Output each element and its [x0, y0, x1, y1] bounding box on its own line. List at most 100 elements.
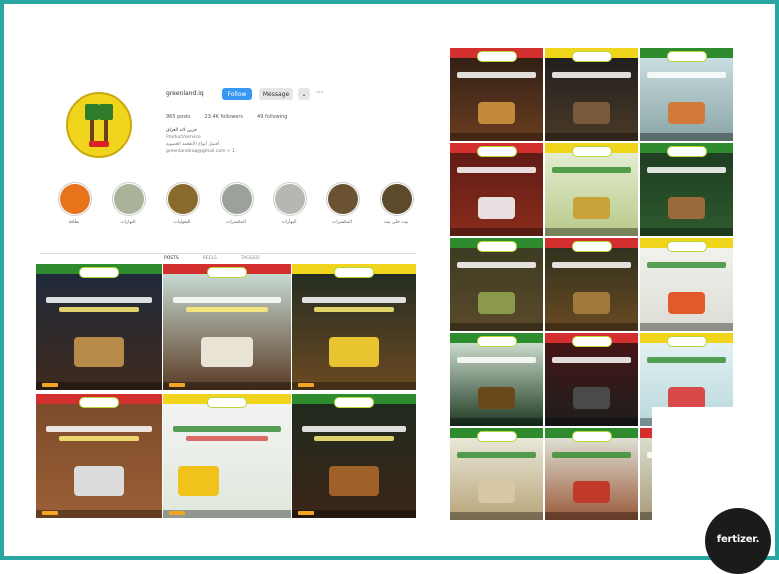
post-tile[interactable] [640, 143, 733, 236]
message-button[interactable]: Message [259, 88, 293, 100]
tile-headline [46, 296, 152, 303]
post-tile[interactable] [163, 264, 291, 390]
brand-logo [571, 431, 612, 442]
post-tile[interactable] [545, 428, 638, 520]
highlight-ring [220, 182, 254, 216]
highlight-label: البقوليات [173, 220, 191, 225]
product-image [667, 291, 706, 315]
price-tag [42, 383, 58, 387]
brand-logo [476, 146, 517, 157]
tile-headline [552, 357, 631, 364]
tile-footer [640, 133, 733, 141]
followers-count[interactable]: 23.4K followers [205, 114, 243, 120]
highlight-thumbnail [382, 184, 412, 214]
product-image [73, 337, 125, 368]
brand-logo [476, 431, 517, 442]
tile-headline [552, 72, 631, 79]
tile-headline [647, 262, 726, 269]
brand-logo [334, 267, 374, 278]
tile-headline [552, 167, 631, 174]
highlight-item[interactable]: بطاقة [58, 182, 92, 225]
brand-logo [571, 241, 612, 252]
post-tile[interactable] [640, 48, 733, 141]
tile-footer [545, 512, 638, 520]
price-tag [298, 511, 314, 515]
brand-logo [476, 51, 517, 62]
tile-headline [457, 262, 536, 269]
price-tag [169, 383, 185, 387]
following-count[interactable]: 49 following [257, 114, 287, 120]
brand-logo [79, 397, 119, 408]
post-tile[interactable] [640, 238, 733, 331]
brand-logo [79, 267, 119, 278]
product-image [329, 337, 379, 368]
brand-logo [571, 51, 612, 62]
tile-headline [647, 357, 726, 364]
brand-logo [571, 146, 612, 157]
post-tile[interactable] [292, 394, 416, 518]
tile-footer [450, 228, 543, 236]
profile-avatar[interactable] [66, 92, 132, 158]
tile-footer [545, 418, 638, 426]
highlight-item[interactable]: البهارات [112, 182, 146, 225]
product-image [477, 481, 516, 504]
post-tile[interactable] [450, 333, 543, 426]
highlight-label: بطاقة [68, 220, 80, 225]
post-tile[interactable] [545, 238, 638, 331]
profile-email: greenlandiraq@gmail.com + 1 [166, 149, 235, 154]
tab-reels[interactable]: REELS [203, 256, 217, 261]
highlight-item[interactable]: بيت خلي بيت [380, 182, 414, 225]
tile-headline [457, 357, 536, 364]
palm-leaves [99, 104, 113, 120]
chevron-down-icon: ⌄ [301, 90, 307, 98]
tile-headline [457, 72, 536, 79]
product-image [572, 481, 611, 504]
post-tile[interactable] [163, 394, 291, 518]
follow-button[interactable]: Follow [222, 88, 252, 100]
brand-logo [476, 241, 517, 252]
profile-username: greenland.iq [166, 90, 204, 97]
post-tile[interactable] [450, 48, 543, 141]
product-image [572, 101, 611, 125]
tile-subheadline [186, 306, 268, 312]
suggested-accounts-button[interactable]: ⌄ [298, 88, 310, 100]
post-tile[interactable] [545, 143, 638, 236]
more-options-icon[interactable]: ··· [316, 88, 324, 97]
brand-logo [476, 336, 517, 347]
post-tile[interactable] [545, 48, 638, 141]
tile-headline [173, 296, 281, 303]
fertizer-logo: fertizer. [705, 508, 771, 574]
tile-footer [450, 133, 543, 141]
highlight-item[interactable]: البقوليات [166, 182, 200, 225]
highlight-thumbnail [114, 184, 144, 214]
tile-headline [301, 426, 407, 433]
highlight-thumbnail [275, 184, 305, 214]
post-tile[interactable] [292, 264, 416, 390]
tile-footer [450, 323, 543, 331]
post-tile[interactable] [545, 333, 638, 426]
post-tile[interactable] [450, 143, 543, 236]
product-image [477, 386, 516, 410]
product-image [477, 291, 516, 315]
highlight-item[interactable]: المكسرات [220, 182, 254, 225]
tile-subheadline [314, 436, 394, 442]
highlight-label: المكسرات [332, 220, 352, 225]
highlight-ring [112, 182, 146, 216]
palm-leaves [85, 104, 99, 120]
tile-headline [457, 167, 536, 174]
tab-posts[interactable]: POSTS [164, 256, 179, 261]
product-image [572, 291, 611, 315]
highlight-thumbnail [60, 184, 90, 214]
screenshot-frame: greenland.iq Follow Message ⌄ ··· 965 po… [0, 0, 779, 560]
highlight-item[interactable]: المكسرات [326, 182, 360, 225]
post-tile[interactable] [36, 394, 162, 518]
logo-banner [89, 141, 109, 147]
post-tile[interactable] [450, 238, 543, 331]
post-tile[interactable] [36, 264, 162, 390]
post-tile[interactable] [450, 428, 543, 520]
tab-tagged[interactable]: TAGGED [241, 256, 260, 261]
highlight-item[interactable]: البهارات [273, 182, 307, 225]
tile-footer [450, 418, 543, 426]
product-image [477, 196, 516, 220]
product-image [572, 196, 611, 220]
